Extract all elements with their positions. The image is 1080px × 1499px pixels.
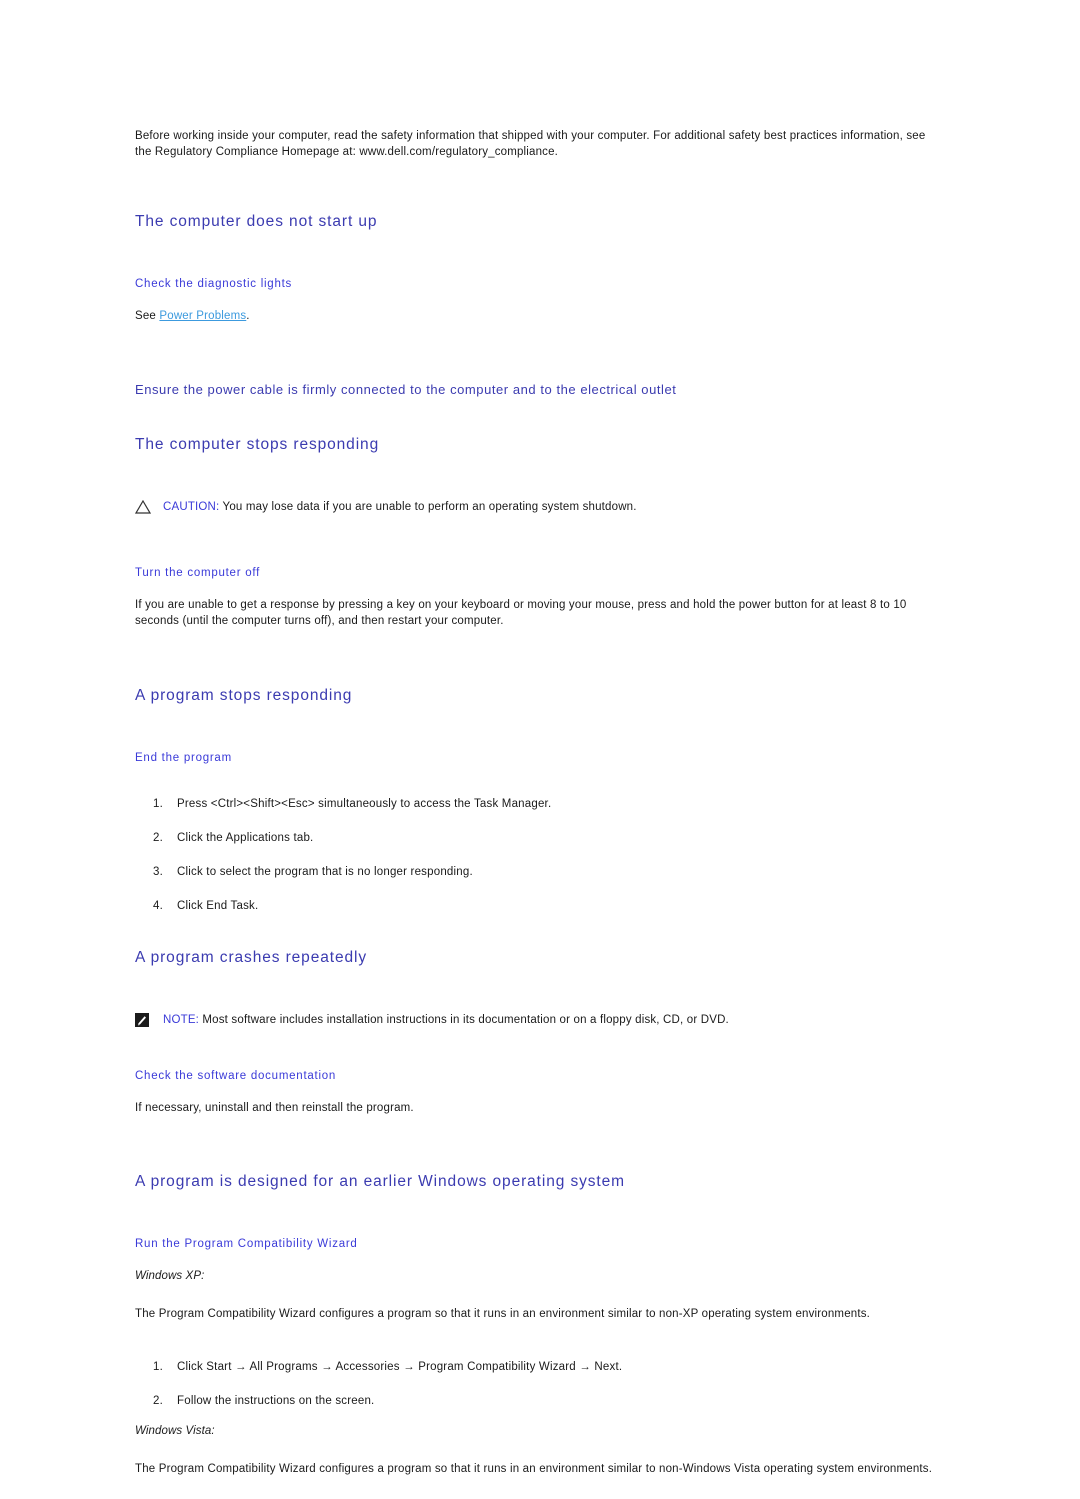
section-heading-computer-stops-responding: The computer stops responding xyxy=(135,435,380,453)
sub-heading-run-program-compatibility-wizard: Run the Program Compatibility Wizard xyxy=(135,1238,358,1250)
list-item: Click Start → All Programs → Accessories… xyxy=(153,1359,623,1375)
document-page: Before working inside your computer, rea… xyxy=(0,0,1080,1475)
safety-intro-paragraph: Before working inside your computer, rea… xyxy=(135,130,926,158)
section-heading-program-crashes-repeatedly: A program crashes repeatedly xyxy=(135,948,367,966)
note-admonition: NOTE: Most software includes installatio… xyxy=(135,1012,945,1028)
caution-message: You may lose data if you are unable to p… xyxy=(219,500,637,513)
note-pencil-icon xyxy=(135,1012,157,1027)
section-heading-program-designed-earlier-windows: A program is designed for an earlier Win… xyxy=(135,1173,625,1190)
note-message: Most software includes installation inst… xyxy=(199,1013,729,1026)
see-power-problems-paragraph: See Power Problems. xyxy=(135,308,945,325)
see-suffix-text: . xyxy=(246,310,250,322)
turn-computer-off-paragraph: If you are unable to get a response by p… xyxy=(135,598,907,628)
warning-triangle-icon xyxy=(135,499,157,514)
caution-text-wrapper: CAUTION: You may lose data if you are un… xyxy=(163,499,637,515)
sub-heading-ensure-power-cable: Ensure the power cable is firmly connect… xyxy=(135,381,677,397)
document-content: Before working inside your computer, rea… xyxy=(135,128,945,1499)
section-heading-computer-does-not-start-up: The computer does not start up xyxy=(135,213,378,230)
windows-vista-label: Windows Vista: xyxy=(135,1424,215,1437)
list-item: Click the Applications tab. xyxy=(153,830,314,846)
end-program-step-list: Press <Ctrl><Shift><Esc> simultaneously … xyxy=(135,796,945,914)
check-software-documentation-paragraph: If necessary, uninstall and then reinsta… xyxy=(135,1101,414,1114)
compatibility-wizard-step-list: Click Start → All Programs → Accessories… xyxy=(135,1359,945,1409)
list-item: Follow the instructions on the screen. xyxy=(153,1393,375,1409)
list-item: Press <Ctrl><Shift><Esc> simultaneously … xyxy=(153,796,552,812)
sub-heading-check-software-documentation: Check the software documentation xyxy=(135,1069,337,1082)
see-prefix-text: See xyxy=(135,310,160,322)
sub-heading-turn-the-computer-off: Turn the computer off xyxy=(135,566,261,579)
section-heading-program-stops-responding: A program stops responding xyxy=(135,686,353,704)
list-item: Click to select the program that is no l… xyxy=(153,864,473,880)
windows-vista-description: The Program Compatibility Wizard configu… xyxy=(135,1462,933,1475)
windows-xp-label: Windows XP: xyxy=(135,1270,205,1282)
note-text-wrapper: NOTE: Most software includes installatio… xyxy=(163,1012,729,1028)
windows-xp-description: The Program Compatibility Wizard configu… xyxy=(135,1308,871,1320)
caution-label: CAUTION: xyxy=(163,500,220,513)
sub-heading-end-the-program: End the program xyxy=(135,751,232,764)
sub-heading-check-diagnostic-lights: Check the diagnostic lights xyxy=(135,278,293,290)
power-problems-link[interactable]: Power Problems xyxy=(159,310,246,322)
list-item: Click End Task. xyxy=(153,898,259,914)
caution-admonition: CAUTION: You may lose data if you are un… xyxy=(135,499,945,515)
note-label: NOTE: xyxy=(163,1013,200,1026)
